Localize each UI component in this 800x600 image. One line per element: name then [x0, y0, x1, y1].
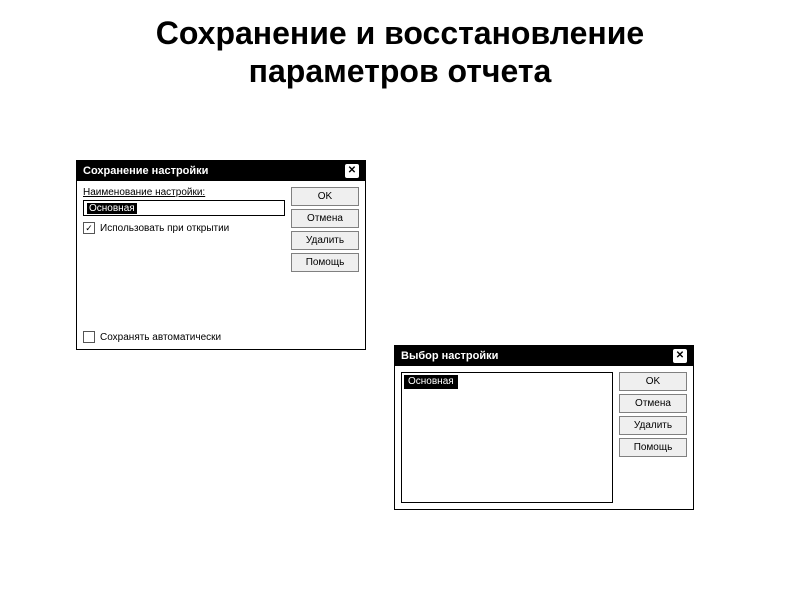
auto-save-row[interactable]: Сохранять автоматически — [83, 331, 285, 343]
name-input[interactable]: Основная — [83, 200, 285, 216]
ok-button[interactable]: OK — [291, 187, 359, 206]
list-item[interactable]: Основная — [404, 375, 458, 389]
save-settings-dialog: Сохранение настройки ✕ Наименование наст… — [76, 160, 366, 350]
slide-title-line1: Сохранение и восстановление — [156, 15, 644, 51]
select-dialog-title: Выбор настройки — [401, 346, 498, 366]
help-button[interactable]: Помощь — [291, 253, 359, 272]
name-label: Наименование настройки: — [83, 187, 285, 198]
slide-title-line2: параметров отчета — [249, 53, 552, 89]
slide-title: Сохранение и восстановление параметров о… — [0, 14, 800, 91]
ok-button[interactable]: OK — [619, 372, 687, 391]
cancel-button[interactable]: Отмена — [619, 394, 687, 413]
use-on-open-checkbox[interactable]: ✓ — [83, 222, 95, 234]
select-settings-dialog: Выбор настройки ✕ Основная OK Отмена Уда… — [394, 345, 694, 510]
use-on-open-row[interactable]: ✓ Использовать при открытии — [83, 222, 285, 234]
save-dialog-titlebar[interactable]: Сохранение настройки ✕ — [77, 161, 365, 181]
delete-button[interactable]: Удалить — [291, 231, 359, 250]
cancel-button[interactable]: Отмена — [291, 209, 359, 228]
close-icon[interactable]: ✕ — [673, 349, 687, 363]
close-icon[interactable]: ✕ — [345, 164, 359, 178]
name-input-value: Основная — [87, 203, 137, 214]
auto-save-checkbox[interactable] — [83, 331, 95, 343]
auto-save-label: Сохранять автоматически — [100, 332, 221, 343]
use-on-open-label: Использовать при открытии — [100, 223, 229, 234]
save-dialog-title: Сохранение настройки — [83, 161, 208, 181]
delete-button[interactable]: Удалить — [619, 416, 687, 435]
help-button[interactable]: Помощь — [619, 438, 687, 457]
settings-listbox[interactable]: Основная — [401, 372, 613, 503]
select-dialog-titlebar[interactable]: Выбор настройки ✕ — [395, 346, 693, 366]
